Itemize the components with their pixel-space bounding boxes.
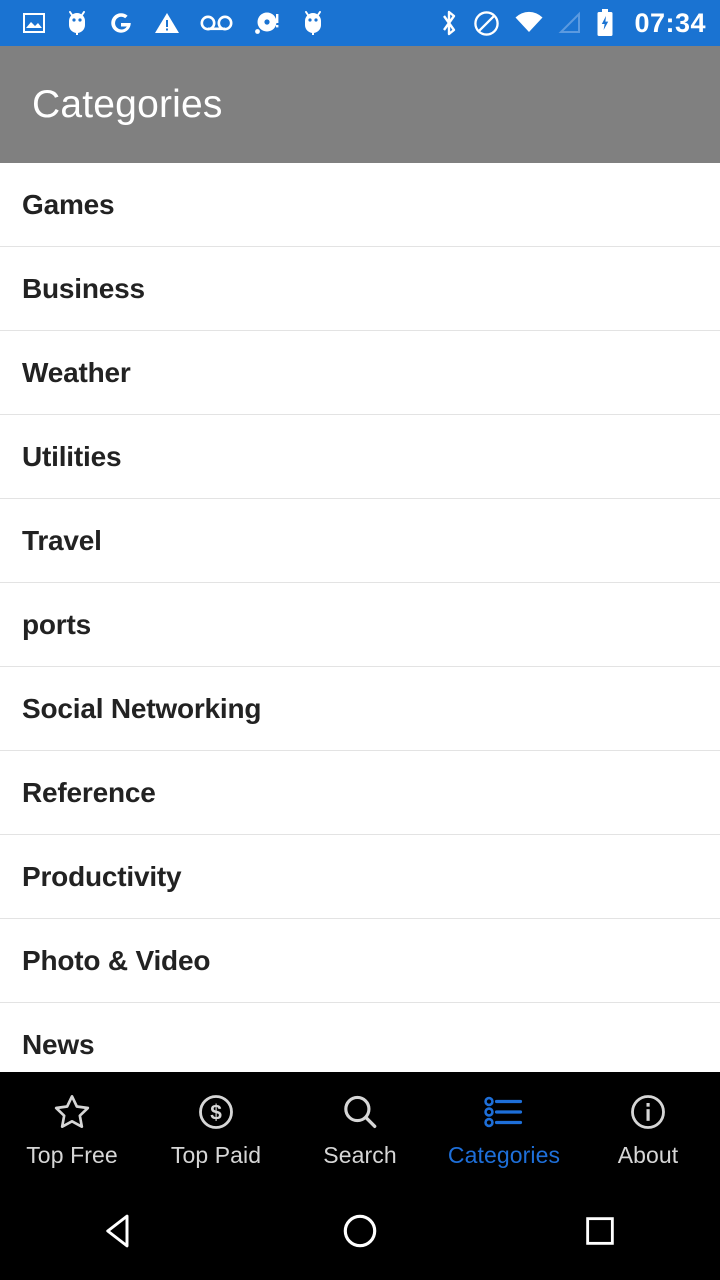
bottom-tab-bar: Top Free $ Top Paid Search Categories Ab… [0,1072,720,1186]
svg-text:$: $ [210,1101,222,1124]
category-list-item[interactable]: Reference [0,751,720,835]
battery-charging-icon [596,9,614,37]
dollar-circle-icon: $ [196,1090,236,1134]
tab-label: Categories [447,1141,561,1168]
tab-label: Top Paid [170,1141,262,1168]
tab-search[interactable]: Search [288,1072,432,1186]
recents-button[interactable] [480,1212,720,1255]
category-list-item[interactable]: Business [0,247,720,331]
tab-about[interactable]: About [576,1072,720,1186]
category-label: Games [22,188,115,220]
tab-top-free[interactable]: Top Free [0,1072,144,1186]
home-button[interactable] [240,1210,480,1257]
google-g-icon [108,10,134,36]
status-bar: 07:34 [0,0,720,46]
category-list-item[interactable]: ports [0,583,720,667]
category-list-item[interactable]: Photo & Video [0,919,720,1003]
category-label: Social Networking [22,692,262,724]
page-title: Categories [32,82,223,126]
category-list-item[interactable]: News [0,1003,720,1072]
category-list-item[interactable]: Social Networking [0,667,720,751]
status-bar-left-icons [22,10,439,36]
category-label: Photo & Video [22,944,211,976]
tab-categories[interactable]: Categories [432,1072,576,1186]
warning-triangle-icon [154,11,180,35]
back-button[interactable] [0,1210,240,1257]
category-label: News [22,1028,95,1060]
info-circle-icon [628,1090,668,1134]
wifi-icon [514,11,544,35]
category-list-item[interactable]: Weather [0,331,720,415]
cell-signal-icon [558,11,582,35]
category-list[interactable]: Games Business Weather Utilities Travel ports… [0,163,720,1072]
circle-icon [339,1210,381,1257]
tab-label: Top Free [26,1141,118,1168]
list-bullet-icon [483,1090,525,1134]
android-navigation-bar [0,1186,720,1280]
star-outline-icon [52,1090,92,1134]
tab-label: Search [323,1141,397,1168]
category-label: Utilities [22,440,122,472]
android-bug-icon-2 [302,10,324,36]
status-bar-right-icons: 07:34 [439,8,706,39]
search-icon [339,1090,381,1134]
category-label: Travel [22,524,102,556]
category-label: Reference [22,776,156,808]
triangle-left-icon [99,1210,141,1257]
do-not-disturb-icon [473,10,500,37]
disc-alert-icon [254,10,282,36]
category-list-item[interactable]: Utilities [0,415,720,499]
category-list-item[interactable]: Travel [0,499,720,583]
status-bar-clock: 07:34 [634,7,706,38]
category-label: ports [22,608,92,640]
category-label: Business [22,272,145,304]
category-list-item[interactable]: Productivity [0,835,720,919]
category-label: Productivity [22,860,182,892]
bluetooth-icon [439,9,459,37]
android-bug-icon [66,10,88,36]
image-icon [22,11,46,35]
app-bar: Categories [0,46,720,163]
tab-top-paid[interactable]: $ Top Paid [144,1072,288,1186]
category-label: Weather [22,356,131,388]
square-icon [581,1212,619,1255]
tab-label: About [617,1141,679,1168]
category-list-item[interactable]: Games [0,163,720,247]
voicemail-icon [200,14,234,32]
